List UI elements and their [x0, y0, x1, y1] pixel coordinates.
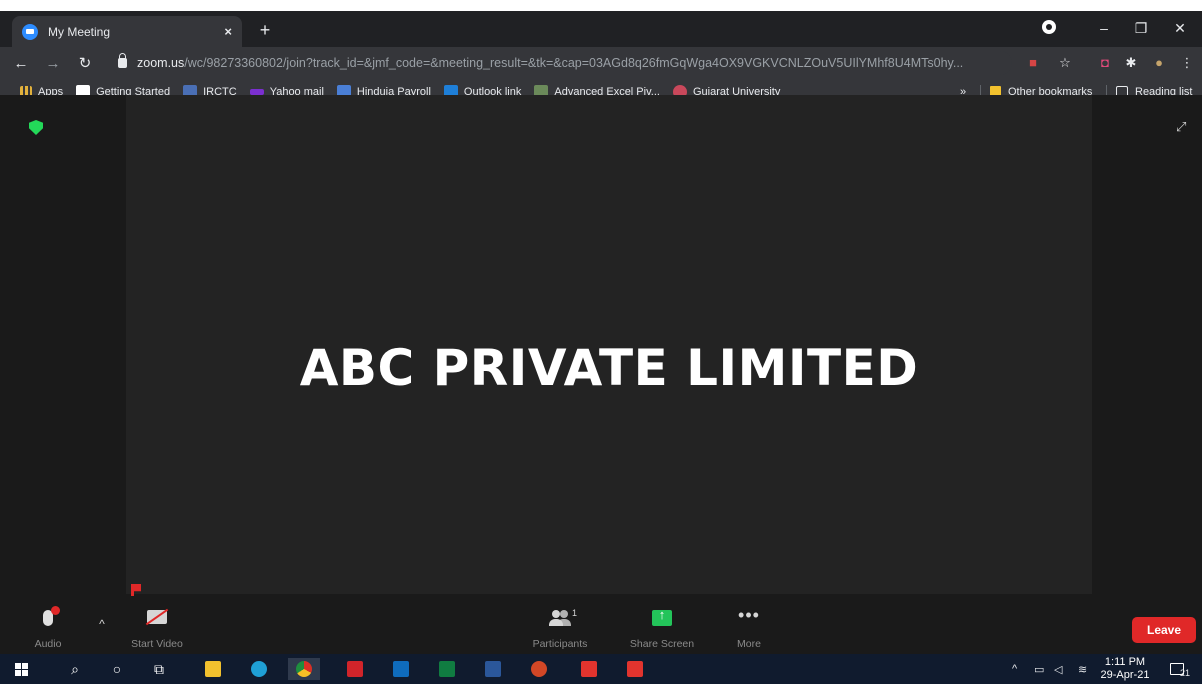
- windows-start-icon[interactable]: [10, 658, 32, 680]
- leave-button[interactable]: Leave: [1132, 617, 1196, 643]
- clock-date: 29-Apr-21: [1100, 669, 1150, 681]
- battery-icon[interactable]: ▭: [1034, 654, 1044, 684]
- share-screen-icon: [652, 607, 672, 626]
- system-clock[interactable]: 1:11 PM 29-Apr-21: [1100, 656, 1150, 682]
- start-video-button[interactable]: Start Video: [114, 594, 200, 654]
- pocket-extension-icon[interactable]: ◘: [1094, 52, 1116, 74]
- account-avatar-icon[interactable]: ●: [1148, 52, 1170, 74]
- share-screen-button[interactable]: Share Screen: [620, 594, 704, 654]
- yahoo-mail-icon: [249, 88, 264, 95]
- extension-icon[interactable]: ■: [1022, 52, 1044, 74]
- volume-icon[interactable]: ◁: [1054, 654, 1062, 684]
- start-video-label: Start Video: [131, 638, 183, 650]
- more-label: More: [737, 638, 761, 650]
- audio-options-chevron-icon[interactable]: ^: [94, 594, 110, 654]
- audio-label: Audio: [34, 638, 62, 650]
- url-host: zoom.us: [137, 56, 185, 70]
- bookmark-star-icon[interactable]: ☆: [1054, 52, 1076, 74]
- excel-icon[interactable]: [436, 658, 458, 680]
- chrome-icon[interactable]: [288, 658, 320, 680]
- share-screen-label: Share Screen: [629, 638, 695, 650]
- address-bar[interactable]: zoom.us/wc/98273360802/join?track_id=&jm…: [112, 51, 1012, 75]
- anydesk-icon-2[interactable]: [624, 658, 646, 680]
- search-icon[interactable]: ⌕: [64, 658, 86, 680]
- zoom-favicon-icon: [22, 23, 38, 40]
- word-icon[interactable]: [482, 658, 504, 680]
- video-stage: ABC PRIVATE LIMITED: [126, 95, 1092, 594]
- tab-close-icon[interactable]: ×: [224, 24, 232, 39]
- restore-icon[interactable]: ❐: [1121, 17, 1161, 39]
- network-icon[interactable]: ≋: [1078, 654, 1087, 684]
- edge-icon[interactable]: [248, 658, 270, 680]
- tab-title: My Meeting: [48, 24, 111, 39]
- forward-icon[interactable]: →: [42, 55, 64, 72]
- clock-time: 1:11 PM: [1104, 656, 1146, 668]
- audio-button[interactable]: Audio: [28, 594, 68, 654]
- reload-icon[interactable]: ↻: [74, 54, 96, 72]
- microphone-icon: [43, 606, 60, 626]
- minimize-icon[interactable]: –: [1084, 17, 1124, 39]
- close-window-icon[interactable]: ✕: [1160, 17, 1200, 39]
- participants-count: 1: [572, 608, 578, 618]
- back-icon[interactable]: ←: [10, 55, 32, 72]
- powerpoint-icon[interactable]: [528, 658, 550, 680]
- participants-label: Participants: [532, 638, 588, 650]
- more-dots-icon: •••: [738, 605, 760, 625]
- meeting-area: ⤢ ABC PRIVATE LIMITED: [0, 95, 1202, 594]
- encryption-shield-icon[interactable]: [29, 120, 43, 135]
- tab-bar: My Meeting × + – ❐ ✕: [0, 11, 1202, 47]
- audio-alert-badge: [51, 606, 60, 615]
- task-view-icon[interactable]: ⧉: [148, 658, 170, 680]
- windows-taskbar: ⌕ ○ ⧉ ^ ▭ ◁ ≋ 1:11 PM 29-Apr-21 21: [0, 654, 1202, 684]
- file-explorer-icon[interactable]: [202, 658, 224, 680]
- participants-icon: [549, 610, 571, 626]
- meeting-participant-name: ABC PRIVATE LIMITED: [299, 339, 919, 397]
- tray-overflow-icon[interactable]: ^: [1012, 654, 1017, 684]
- browser-menu-icon[interactable]: ⋮: [1176, 52, 1198, 74]
- extensions-puzzle-icon[interactable]: ✱: [1120, 52, 1142, 74]
- acrobat-icon[interactable]: [344, 658, 366, 680]
- tab-my-meeting[interactable]: My Meeting ×: [12, 16, 242, 47]
- outlook-icon[interactable]: [390, 658, 412, 680]
- more-button[interactable]: ••• More: [724, 594, 774, 654]
- video-off-icon: [147, 610, 167, 624]
- cortana-icon[interactable]: ○: [106, 658, 128, 680]
- participants-button[interactable]: Participants: [520, 594, 600, 654]
- anydesk-icon[interactable]: [578, 658, 600, 680]
- notification-count: 21: [1180, 668, 1191, 678]
- url-path: /wc/98273360802/join?track_id=&jmf_code=…: [184, 56, 964, 70]
- lock-icon: [118, 53, 127, 68]
- new-tab-button[interactable]: +: [254, 19, 276, 41]
- profile-icon[interactable]: [1042, 20, 1056, 34]
- notification-center-icon[interactable]: 21: [1170, 654, 1190, 684]
- browser-toolbar: ← → ↻ zoom.us/wc/98273360802/join?track_…: [0, 47, 1202, 79]
- fullscreen-icon[interactable]: ⤢: [1176, 119, 1186, 135]
- meeting-controls-bar: Audio ^ Start Video Participants 1 Share…: [0, 584, 1202, 654]
